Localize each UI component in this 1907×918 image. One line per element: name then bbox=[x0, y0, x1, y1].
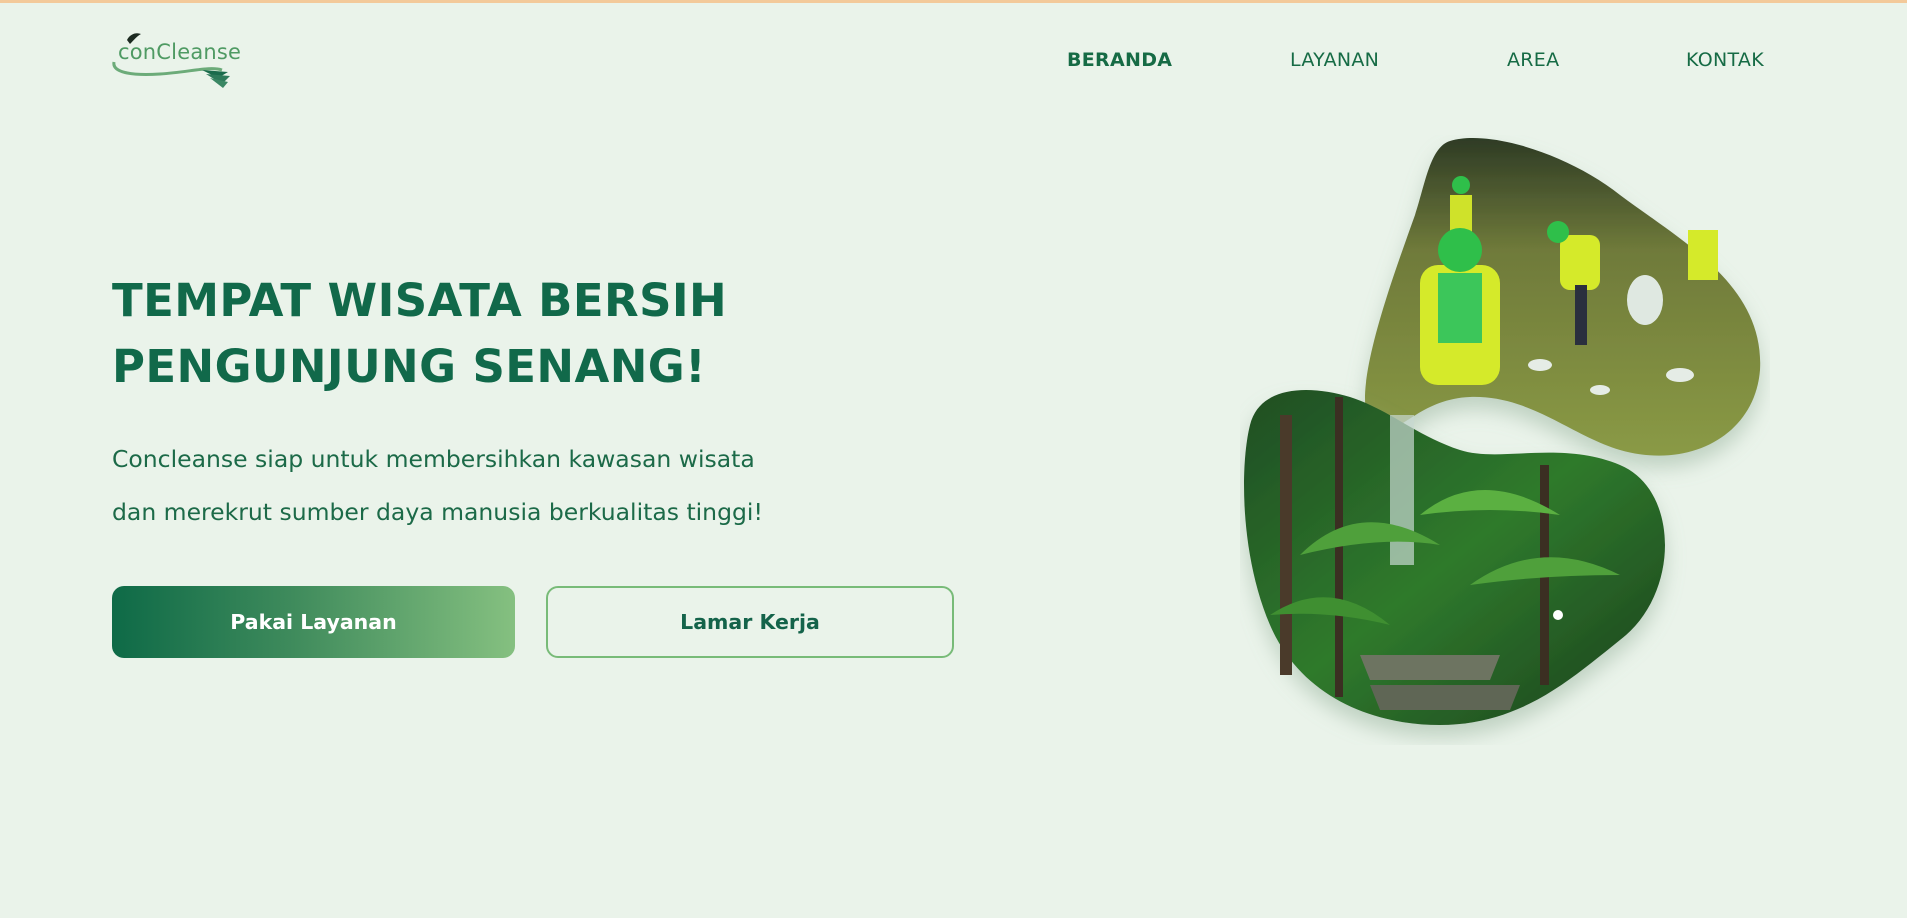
lamar-kerja-button[interactable]: Lamar Kerja bbox=[546, 586, 954, 658]
hero-title: TEMPAT WISATA BERSIH PENGUNJUNG SENANG! bbox=[112, 268, 727, 400]
hero-title-line-1: TEMPAT WISATA BERSIH bbox=[112, 274, 728, 327]
hero-illustration bbox=[1240, 135, 1770, 745]
nav-item-kontak[interactable]: KONTAK bbox=[1686, 49, 1764, 71]
main-nav: BERANDA LAYANAN AREA KONTAK bbox=[0, 49, 1907, 77]
hero-title-line-2: PENGUNJUNG SENANG! bbox=[112, 340, 707, 393]
nav-item-beranda[interactable]: BERANDA bbox=[1067, 49, 1172, 71]
hero-description: Concleanse siap untuk membersihkan kawas… bbox=[112, 433, 763, 539]
pakai-layanan-button[interactable]: Pakai Layanan bbox=[112, 586, 515, 658]
top-accent-line bbox=[0, 0, 1907, 3]
nav-item-layanan[interactable]: LAYANAN bbox=[1290, 49, 1379, 71]
hero-desc-line-2: dan merekrut sumber daya manusia berkual… bbox=[112, 498, 763, 526]
nav-item-area[interactable]: AREA bbox=[1507, 49, 1559, 71]
hero-desc-line-1: Concleanse siap untuk membersihkan kawas… bbox=[112, 445, 755, 473]
